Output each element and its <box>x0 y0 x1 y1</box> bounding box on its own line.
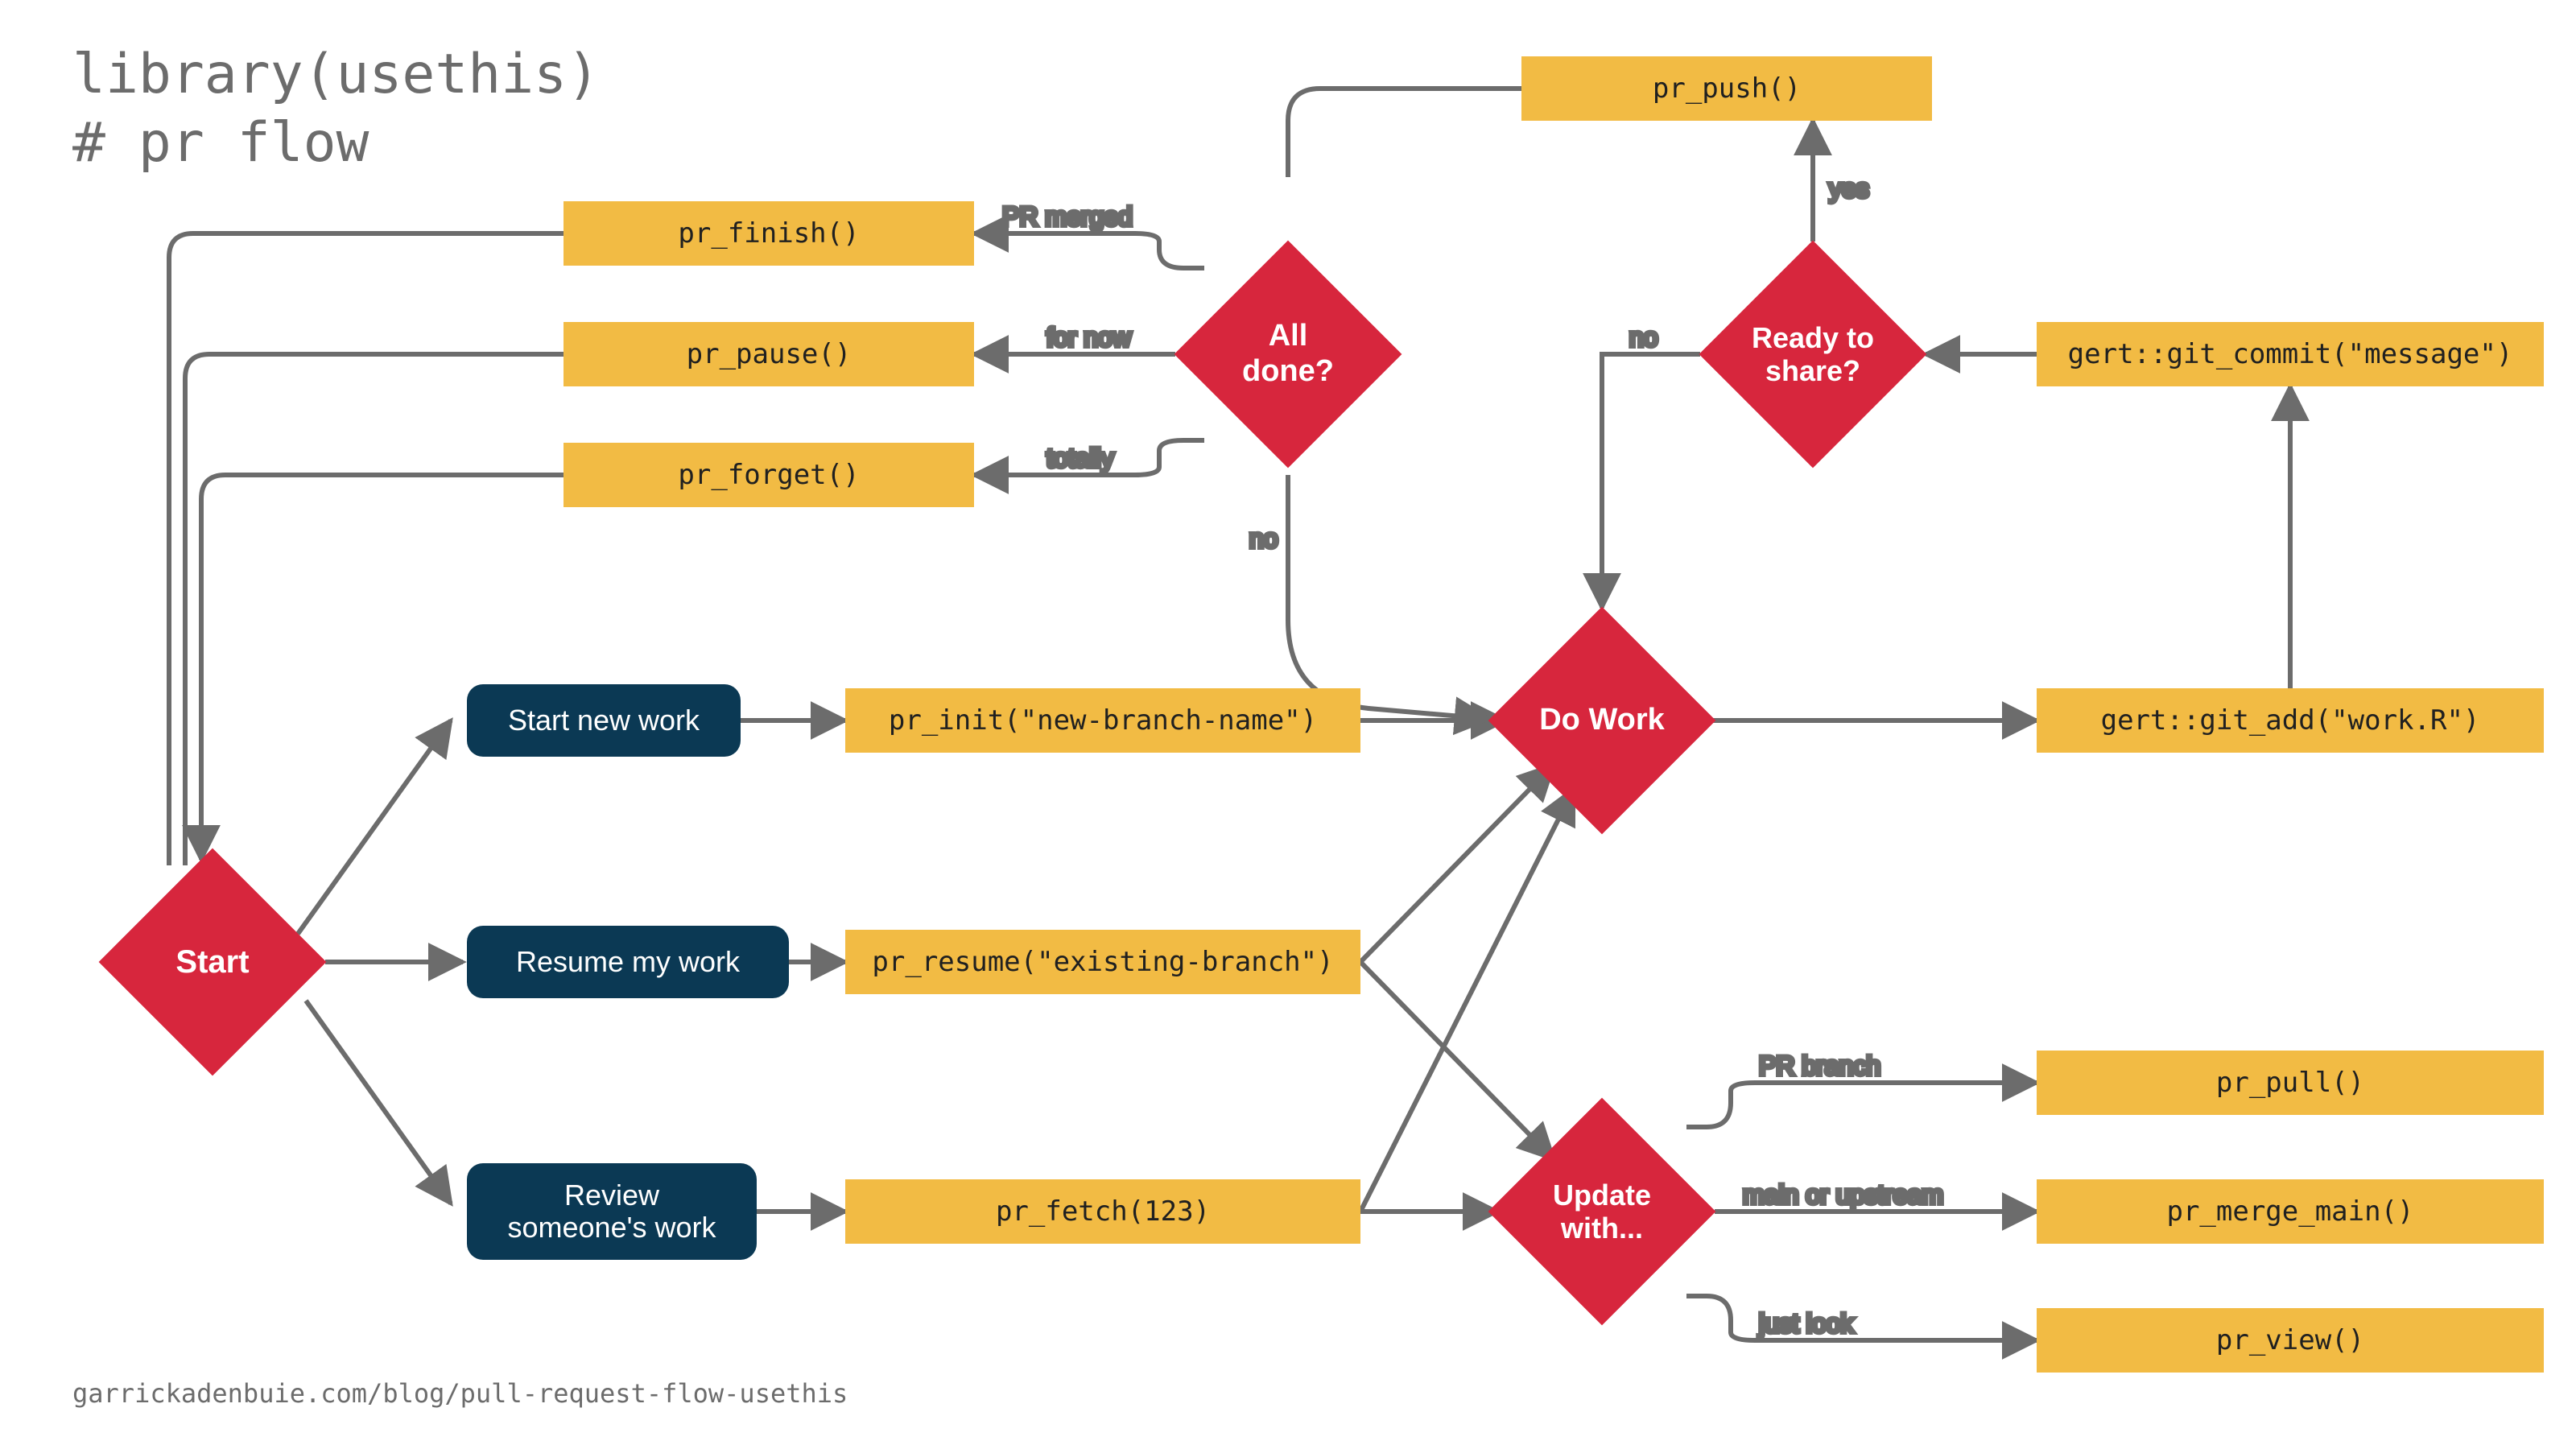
navy-start-new-work: Start new work <box>467 684 741 757</box>
edge-label-main-or-upstream: main or upstream <box>1743 1180 1943 1209</box>
yellow-pr-merge-main: pr_merge_main() <box>2037 1179 2544 1244</box>
yellow-pr-forget: pr_forget() <box>564 443 974 507</box>
yellow-git-add: gert::git_add("work.R") <box>2037 688 2544 753</box>
yellow-pr-init: pr_init("new-branch-name") <box>845 688 1360 753</box>
navy-review-someones-work: Review someone's work <box>467 1163 757 1260</box>
edge-label-just-look: just look <box>1758 1309 1854 1338</box>
edge-label-no: no <box>1629 323 1658 352</box>
yellow-pr-fetch: pr_fetch(123) <box>845 1179 1360 1244</box>
yellow-pr-pause: pr_pause() <box>564 322 974 386</box>
edge-label-pr-merged: PR merged <box>1002 202 1133 231</box>
edge-label-no2: no <box>1249 524 1278 553</box>
yellow-pr-view: pr_view() <box>2037 1308 2544 1373</box>
yellow-git-commit: gert::git_commit("message") <box>2037 322 2544 386</box>
yellow-pr-push: pr_push() <box>1521 56 1932 121</box>
edge-label-yes: yes <box>1829 174 1869 203</box>
yellow-pr-finish: pr_finish() <box>564 201 974 266</box>
edge-label-totally: totally <box>1046 444 1114 473</box>
navy-resume-my-work: Resume my work <box>467 926 789 998</box>
edge-label-for-now: for now <box>1046 323 1132 352</box>
edge-label-pr-branch: PR branch <box>1759 1051 1880 1080</box>
yellow-pr-pull: pr_pull() <box>2037 1051 2544 1115</box>
yellow-pr-resume: pr_resume("existing-branch") <box>845 930 1360 994</box>
